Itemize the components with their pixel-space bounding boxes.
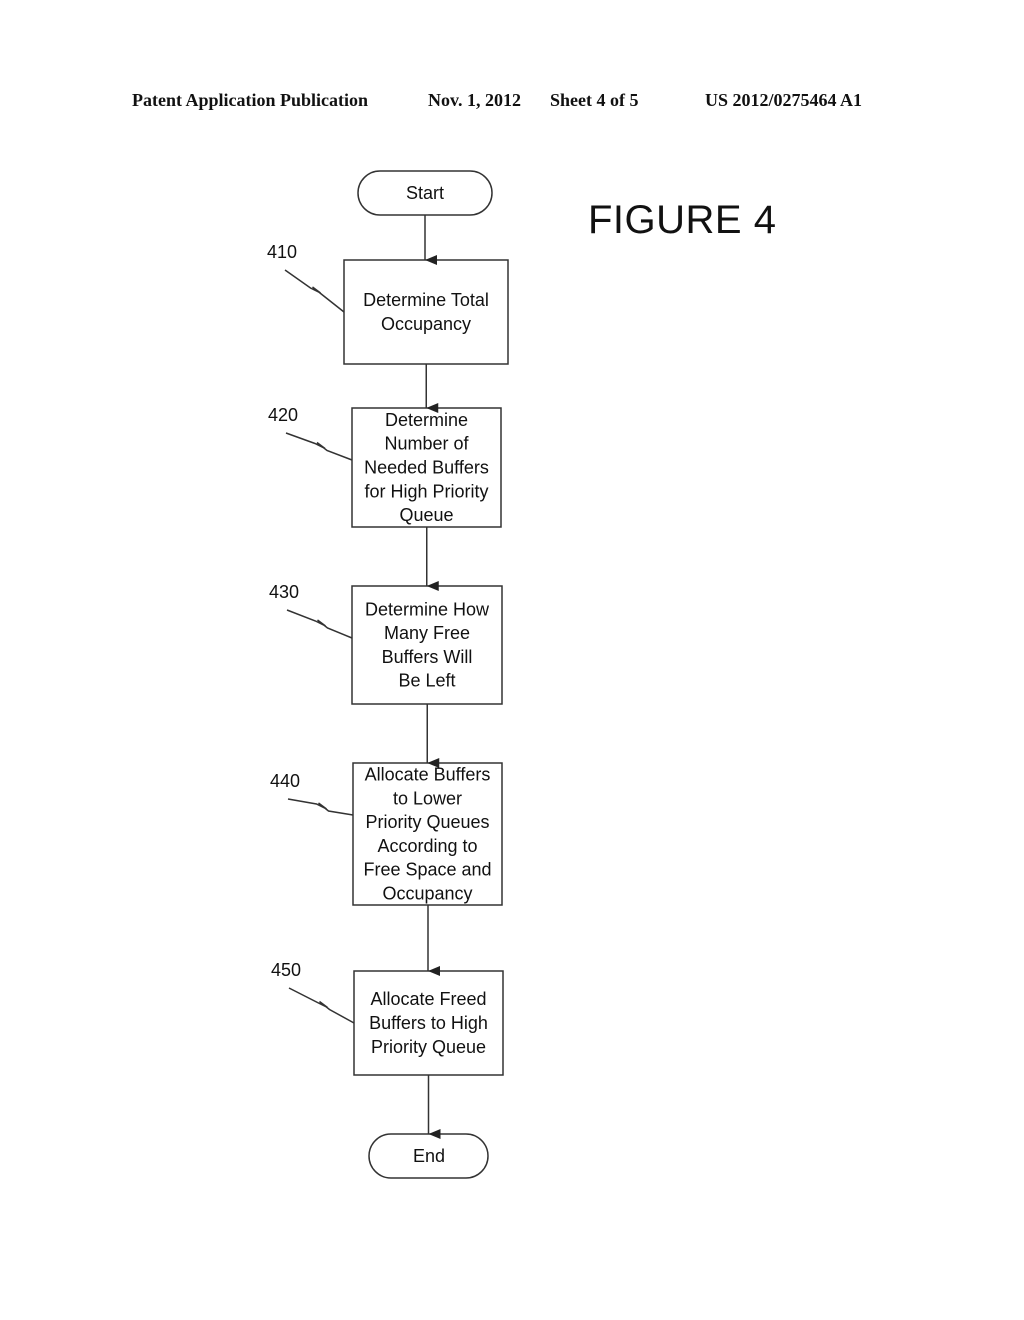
leader-line [286, 609, 353, 639]
step-text-line: to Lower [393, 788, 462, 808]
step-text-line: Determine Total [363, 290, 489, 310]
process-step-430: Determine How Many Free Buffers Will Be Lef… [269, 582, 503, 705]
step-text-line: Determine [385, 410, 468, 430]
process-step-410: Determine Total Occupancy 410 [267, 242, 509, 365]
step-text-line: Buffers to High [369, 1013, 488, 1033]
step-text-line: Occupancy [382, 884, 472, 904]
step-text-line: Many Free [384, 623, 470, 643]
start-label: Start [406, 183, 444, 203]
step-text-line: Allocate Freed [370, 989, 486, 1009]
process-box [343, 259, 509, 365]
leader-line [288, 987, 355, 1024]
step-text-line: Buffers Will [382, 647, 473, 667]
reference-number: 430 [269, 582, 299, 602]
step-text-line: Determine How [365, 599, 490, 619]
flowchart: Start End Determine TotalOccupancy410Det… [267, 170, 509, 1179]
step-text-line: Allocate Buffers [365, 765, 491, 785]
reference-number: 450 [271, 960, 301, 980]
step-text-line: Queue [399, 505, 453, 525]
step-text-line: Free Space and [363, 860, 491, 880]
leader-line [285, 432, 353, 461]
step-text-line: for High Priority [364, 481, 488, 501]
reference-number: 440 [270, 771, 300, 791]
step-text-line: Occupancy [381, 314, 471, 334]
reference-number: 410 [267, 242, 297, 262]
step-text-line: Priority Queues [365, 812, 489, 832]
process-step-440: Allocate Buffers to Lower Priority Queues A… [270, 762, 503, 906]
step-text-line: Needed Buffers [364, 458, 489, 478]
end-label: End [413, 1146, 445, 1166]
leader-line [287, 798, 354, 816]
end-terminator: End [368, 1133, 489, 1179]
step-text-line: According to [377, 836, 477, 856]
step-text-line: Number of [384, 434, 469, 454]
process-step-450: Allocate Freed Buffers to High Priority Qu… [271, 960, 504, 1076]
process-step-420: Determine Number of Needed Buffers for High… [268, 405, 502, 528]
start-terminator: Start [357, 170, 493, 216]
leader-line [284, 269, 345, 313]
step-text-line: Priority Queue [371, 1037, 486, 1057]
reference-number: 420 [268, 405, 298, 425]
step-text-line: Be Left [398, 671, 455, 691]
